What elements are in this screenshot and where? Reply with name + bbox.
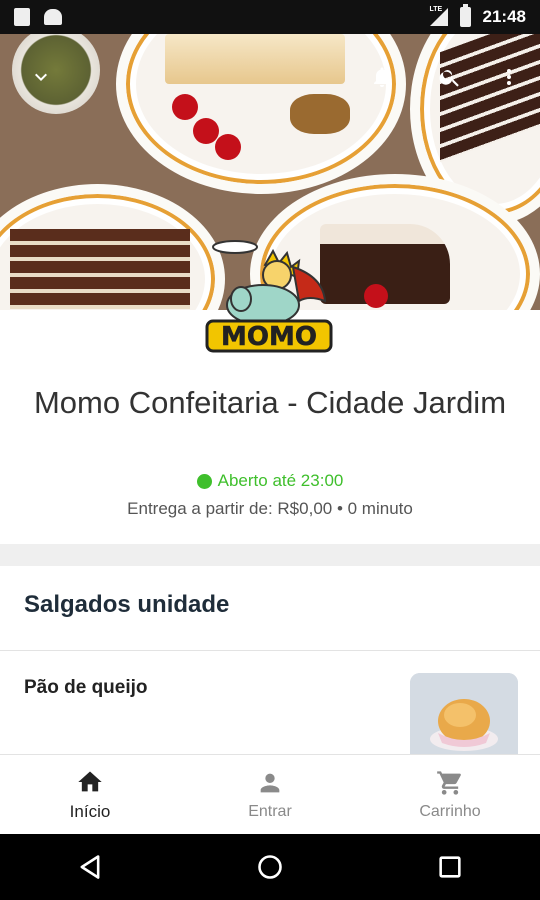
cake-slice-left	[10, 229, 190, 309]
section-divider	[0, 544, 540, 566]
store-logo: MOMO	[205, 235, 333, 357]
nav-label-inicio: Início	[69, 801, 111, 821]
nav-item-carrinho[interactable]: Carrinho	[360, 755, 540, 834]
open-status: Aberto até 23:00	[0, 471, 540, 491]
collapse-button[interactable]	[26, 62, 56, 92]
more-vert-icon	[507, 69, 511, 85]
chevron-down-icon	[35, 73, 47, 81]
clock: 21:48	[482, 7, 526, 26]
more-options-button[interactable]	[494, 62, 524, 92]
recents-icon[interactable]	[436, 853, 464, 881]
signal-icon: LTE	[429, 6, 448, 26]
nav-label-entrar: Entrar	[248, 802, 292, 820]
product-name: Pão de queijo	[24, 677, 148, 698]
back-icon[interactable]	[76, 853, 104, 881]
product-item[interactable]: Pão de queijo	[0, 651, 540, 754]
cherry	[215, 134, 241, 160]
open-dot-icon	[196, 473, 212, 489]
delivery-info: Entrega a partir de: R$0,00 • 0 minuto	[127, 499, 413, 518]
category-title: Salgados unidade	[24, 591, 230, 618]
system-navigation-bar	[0, 834, 540, 900]
nav-label-carrinho: Carrinho	[419, 802, 481, 820]
cart-icon	[437, 770, 461, 795]
network-type: LTE	[429, 6, 443, 13]
search-button[interactable]	[435, 62, 465, 92]
home-circle-icon[interactable]	[256, 853, 284, 881]
cake-slice-top	[165, 34, 345, 84]
store-name: Momo Confeitaria - Cidade Jardim	[33, 385, 507, 420]
walnut	[290, 94, 350, 134]
status-bar: LTE 21:48	[0, 0, 540, 34]
cherry	[193, 118, 219, 144]
bottom-navigation: Início Entrar Carrinho	[0, 754, 540, 834]
person-icon	[260, 773, 280, 792]
home-icon	[78, 771, 102, 791]
notifications-button[interactable]	[367, 62, 397, 92]
cherry	[172, 94, 198, 120]
nav-item-entrar[interactable]: Entrar	[180, 755, 360, 834]
bell-icon	[374, 67, 390, 87]
android-icon	[44, 9, 62, 25]
product-image	[410, 673, 518, 754]
open-status-text: Aberto até 23:00	[217, 471, 344, 490]
logo-wordmark: MOMO	[221, 322, 317, 352]
cherry	[364, 284, 388, 308]
nav-item-inicio[interactable]: Início	[0, 755, 180, 834]
battery-icon	[459, 4, 471, 27]
sd-card-icon	[14, 8, 30, 26]
search-icon	[439, 70, 459, 87]
